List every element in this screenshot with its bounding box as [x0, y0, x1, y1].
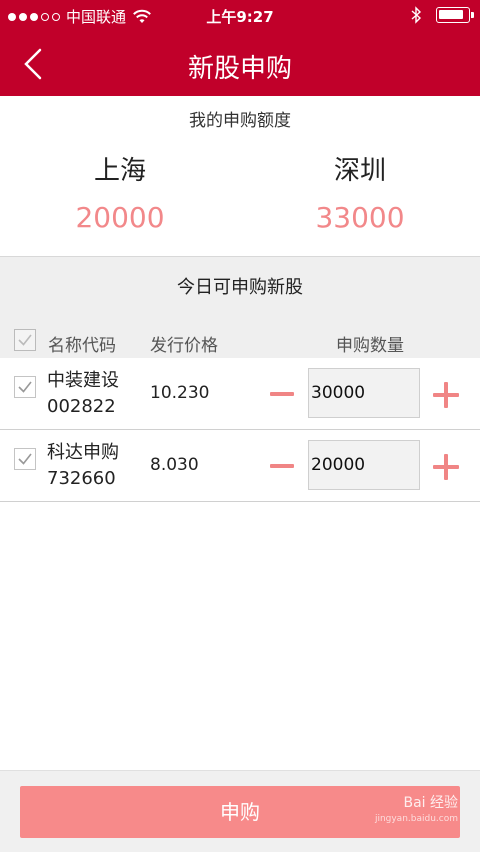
- stock-name-code: 中装建设 002822: [47, 368, 119, 420]
- select-all-checkbox[interactable]: [14, 329, 36, 351]
- today-panel: 今日可申购新股 名称代码 发行价格 申购数量: [0, 256, 480, 358]
- watermark: Bai 经验 jingyan.baidu.com: [358, 795, 458, 827]
- quota-shenzhen-label: 深圳: [333, 156, 386, 186]
- quota-shenzhen: 深圳 33000: [240, 150, 480, 234]
- column-header-name: 名称代码: [48, 336, 116, 356]
- stock-price: 10.230: [150, 383, 210, 403]
- stock-row: 中装建设 002822 10.230 30000: [0, 358, 480, 430]
- bluetooth-icon: [411, 6, 422, 24]
- plus-icon[interactable]: [433, 454, 459, 480]
- plus-icon[interactable]: [433, 382, 459, 408]
- stock-name: 科达申购: [47, 442, 119, 463]
- status-bar: 中国联通 上午9:27: [0, 0, 480, 32]
- watermark-url: jingyan.baidu.com: [374, 814, 458, 824]
- stock-name-code: 科达申购 732660: [47, 440, 119, 492]
- quota-shenzhen-amount: 33000: [315, 201, 405, 234]
- bottom-bar: 申购 Bai 经验 jingyan.baidu.com: [0, 770, 480, 852]
- clock: 上午9:27: [206, 8, 274, 26]
- nav-bar: 新股申购: [0, 32, 480, 96]
- quantity-input[interactable]: 30000: [308, 368, 420, 418]
- column-header-price: 发行价格: [150, 336, 218, 356]
- quota-shanghai-label: 上海: [93, 156, 146, 186]
- row-checkbox[interactable]: [14, 448, 36, 470]
- minus-icon[interactable]: [270, 464, 294, 468]
- stock-code: 732660: [47, 468, 116, 489]
- watermark-text: Bai 经验: [403, 795, 458, 811]
- submit-label: 申购: [220, 800, 260, 824]
- stock-price: 8.030: [150, 455, 199, 475]
- column-header-quantity: 申购数量: [336, 336, 404, 356]
- quota-panel: 上海 20000 深圳 33000: [0, 150, 480, 240]
- minus-icon[interactable]: [270, 392, 294, 396]
- today-title: 今日可申购新股: [177, 277, 303, 298]
- quantity-input[interactable]: 20000: [308, 440, 420, 490]
- battery-icon: [436, 7, 474, 23]
- top-bar: 中国联通 上午9:27 新股申购: [0, 0, 480, 96]
- stock-name: 中装建设: [47, 370, 119, 391]
- quota-shanghai: 上海 20000: [0, 150, 240, 234]
- quota-shanghai-amount: 20000: [75, 201, 165, 234]
- page-title: 新股申购: [187, 54, 292, 84]
- row-checkbox[interactable]: [14, 376, 36, 398]
- stock-code: 002822: [47, 396, 116, 417]
- quota-title: 我的申购额度: [189, 111, 291, 131]
- stock-row: 科达申购 732660 8.030 20000: [0, 430, 480, 502]
